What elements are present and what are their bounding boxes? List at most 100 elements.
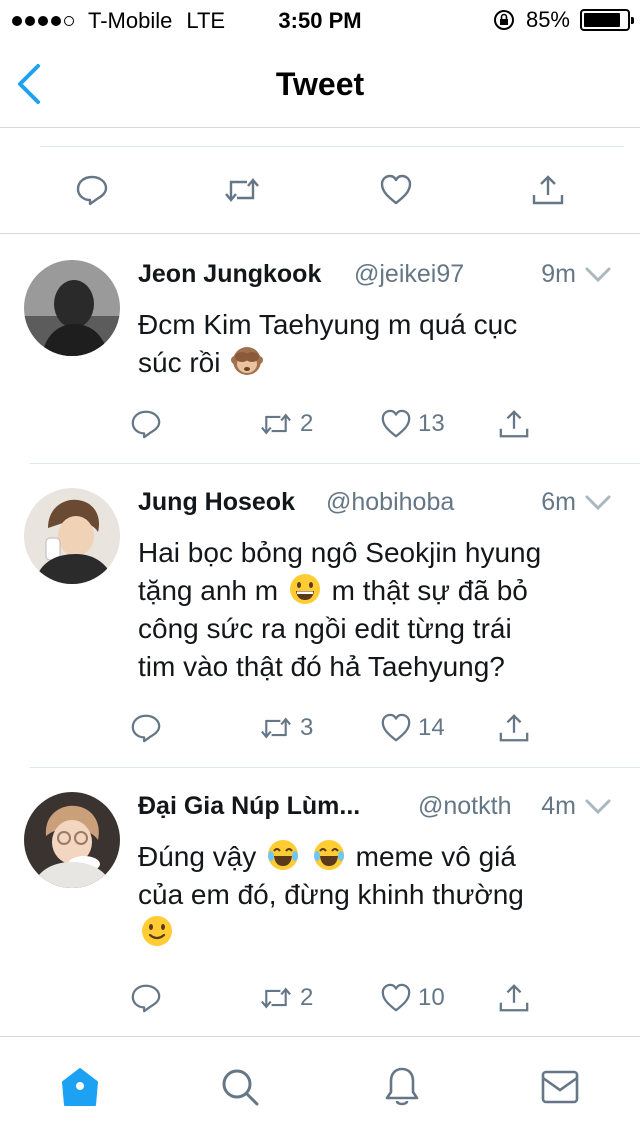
like-button[interactable]: 10: [380, 978, 445, 1018]
reply-button[interactable]: [72, 170, 112, 210]
reply-tweet[interactable]: Đại Gia Núp Lùm... @notkth 4m Đúng vậy m…: [0, 768, 640, 1036]
home-icon: [62, 1068, 98, 1106]
retweet-count: 3: [300, 714, 314, 741]
timestamp: 6m: [541, 488, 576, 516]
retweet-icon: [261, 717, 291, 739]
share-button[interactable]: [498, 978, 530, 1018]
reply-header: Đại Gia Núp Lùm... @notkth 4m: [138, 792, 612, 828]
chevron-down-icon[interactable]: [584, 264, 612, 286]
share-button[interactable]: [528, 170, 568, 210]
tab-notifications[interactable]: [380, 1065, 424, 1109]
slightly-smiling-face-emoji: [142, 916, 172, 946]
tweet-text-line: công sức ra ngồi edit từng trái: [138, 613, 512, 644]
tweet-text-line: súc rồi: [138, 347, 221, 378]
tweet-text-line: của em đó, đừng khinh thường: [138, 879, 524, 910]
display-name[interactable]: Jeon Jungkook: [138, 260, 321, 289]
like-count: 10: [418, 984, 445, 1011]
retweet-count: 2: [300, 984, 314, 1011]
display-name[interactable]: Đại Gia Núp Lùm...: [138, 792, 360, 821]
reply-button[interactable]: [130, 978, 162, 1018]
tab-bar: [0, 1036, 640, 1136]
share-button[interactable]: [498, 404, 530, 444]
chevron-down-icon[interactable]: [584, 492, 612, 514]
tweet-text-line: Đúng vậy: [138, 841, 257, 872]
timestamp: 9m: [541, 260, 576, 288]
tab-messages[interactable]: [538, 1065, 582, 1109]
avatar-image: [24, 792, 120, 888]
see-no-evil-monkey-emoji: [231, 347, 264, 375]
joy-face-emoji: [313, 840, 344, 870]
tweet-text-line: m thật sự đã bỏ: [331, 575, 528, 606]
reply-header: Jeon Jungkook @jeikei97 9m: [138, 260, 612, 296]
tweet-text-line: tim vào thật đó hả Taehyung?: [138, 651, 505, 682]
tweet-text-line: tặng anh m: [138, 575, 279, 606]
chevron-left-icon: [18, 64, 40, 104]
battery-fill: [584, 13, 620, 27]
battery-percent: 85%: [525, 7, 570, 32]
retweet-icon: [261, 413, 291, 435]
like-button[interactable]: 14: [380, 708, 445, 748]
share-button[interactable]: [498, 708, 530, 748]
tweet-text-line: Hai bọc bỏng ngô Seokjin hyung: [138, 537, 542, 568]
reply-icon: [131, 410, 161, 439]
retweet-button[interactable]: 2: [258, 404, 313, 444]
user-handle[interactable]: @notkth: [418, 792, 511, 821]
share-icon: [532, 175, 564, 205]
timestamp: 4m: [541, 792, 576, 820]
avatar[interactable]: [24, 792, 120, 888]
avatar-image: [24, 488, 120, 584]
reply-actions: 3 14: [130, 708, 550, 748]
messages-icon: [541, 1070, 579, 1104]
reply-button[interactable]: [130, 708, 162, 748]
reply-actions: 2 10: [130, 978, 550, 1018]
reply-tweet[interactable]: Jeon Jungkook @jeikei97 9m Đcm Kim Taehy…: [0, 236, 640, 464]
avatar[interactable]: [24, 488, 120, 584]
like-button[interactable]: 13: [380, 404, 445, 444]
retweet-button[interactable]: [222, 170, 262, 210]
like-icon: [381, 713, 411, 742]
battery-icon: [580, 9, 634, 31]
reply-tweet[interactable]: Jung Hoseok @hobihoba 6m Hai bọc bỏng ng…: [0, 464, 640, 768]
tab-search[interactable]: [218, 1065, 262, 1109]
retweet-icon: [261, 987, 291, 1009]
tab-home[interactable]: [58, 1065, 102, 1109]
chevron-down-icon[interactable]: [584, 796, 612, 818]
retweet-button[interactable]: 2: [258, 978, 313, 1018]
reply-icon: [131, 984, 161, 1013]
avatar[interactable]: [24, 260, 120, 356]
reply-icon: [131, 714, 161, 743]
retweet-icon: [225, 178, 259, 202]
tweet-text: Hai bọc bỏng ngô Seokjin hyung tặng anh …: [138, 534, 608, 686]
like-count: 14: [418, 714, 445, 741]
like-button[interactable]: [376, 170, 416, 210]
status-left: T-Mobile LTE: [12, 8, 225, 34]
back-button[interactable]: [14, 62, 46, 106]
grinning-face-emoji: [289, 574, 320, 604]
share-icon: [499, 714, 529, 742]
avatar-image: [24, 260, 120, 356]
user-handle[interactable]: @jeikei97: [354, 260, 464, 289]
like-icon: [381, 983, 411, 1012]
user-handle[interactable]: @hobihoba: [326, 488, 454, 517]
page-title: Tweet: [275, 66, 365, 102]
status-right: 85%: [492, 7, 634, 33]
like-icon: [381, 409, 411, 438]
share-icon: [499, 410, 529, 438]
like-icon: [380, 174, 412, 205]
reply-actions: 2 13: [130, 404, 550, 444]
navigation-bar: Tweet: [0, 40, 640, 128]
tweet-text-line: Đcm Kim Taehyung m quá cục: [138, 309, 518, 340]
carrier-label: T-Mobile: [88, 8, 173, 33]
display-name[interactable]: Jung Hoseok: [138, 488, 295, 517]
retweet-count: 2: [300, 410, 314, 437]
search-icon: [222, 1069, 259, 1106]
like-count: 13: [418, 410, 445, 437]
joy-face-emoji: [268, 840, 299, 870]
retweet-button[interactable]: 3: [258, 708, 313, 748]
status-bar: T-Mobile LTE 3:50 PM 85%: [0, 0, 640, 40]
share-icon: [499, 984, 529, 1012]
reply-header: Jung Hoseok @hobihoba 6m: [138, 488, 612, 524]
network-label: LTE: [186, 8, 226, 33]
tweet-text-line: meme vô giá: [355, 841, 516, 872]
reply-button[interactable]: [130, 404, 162, 444]
